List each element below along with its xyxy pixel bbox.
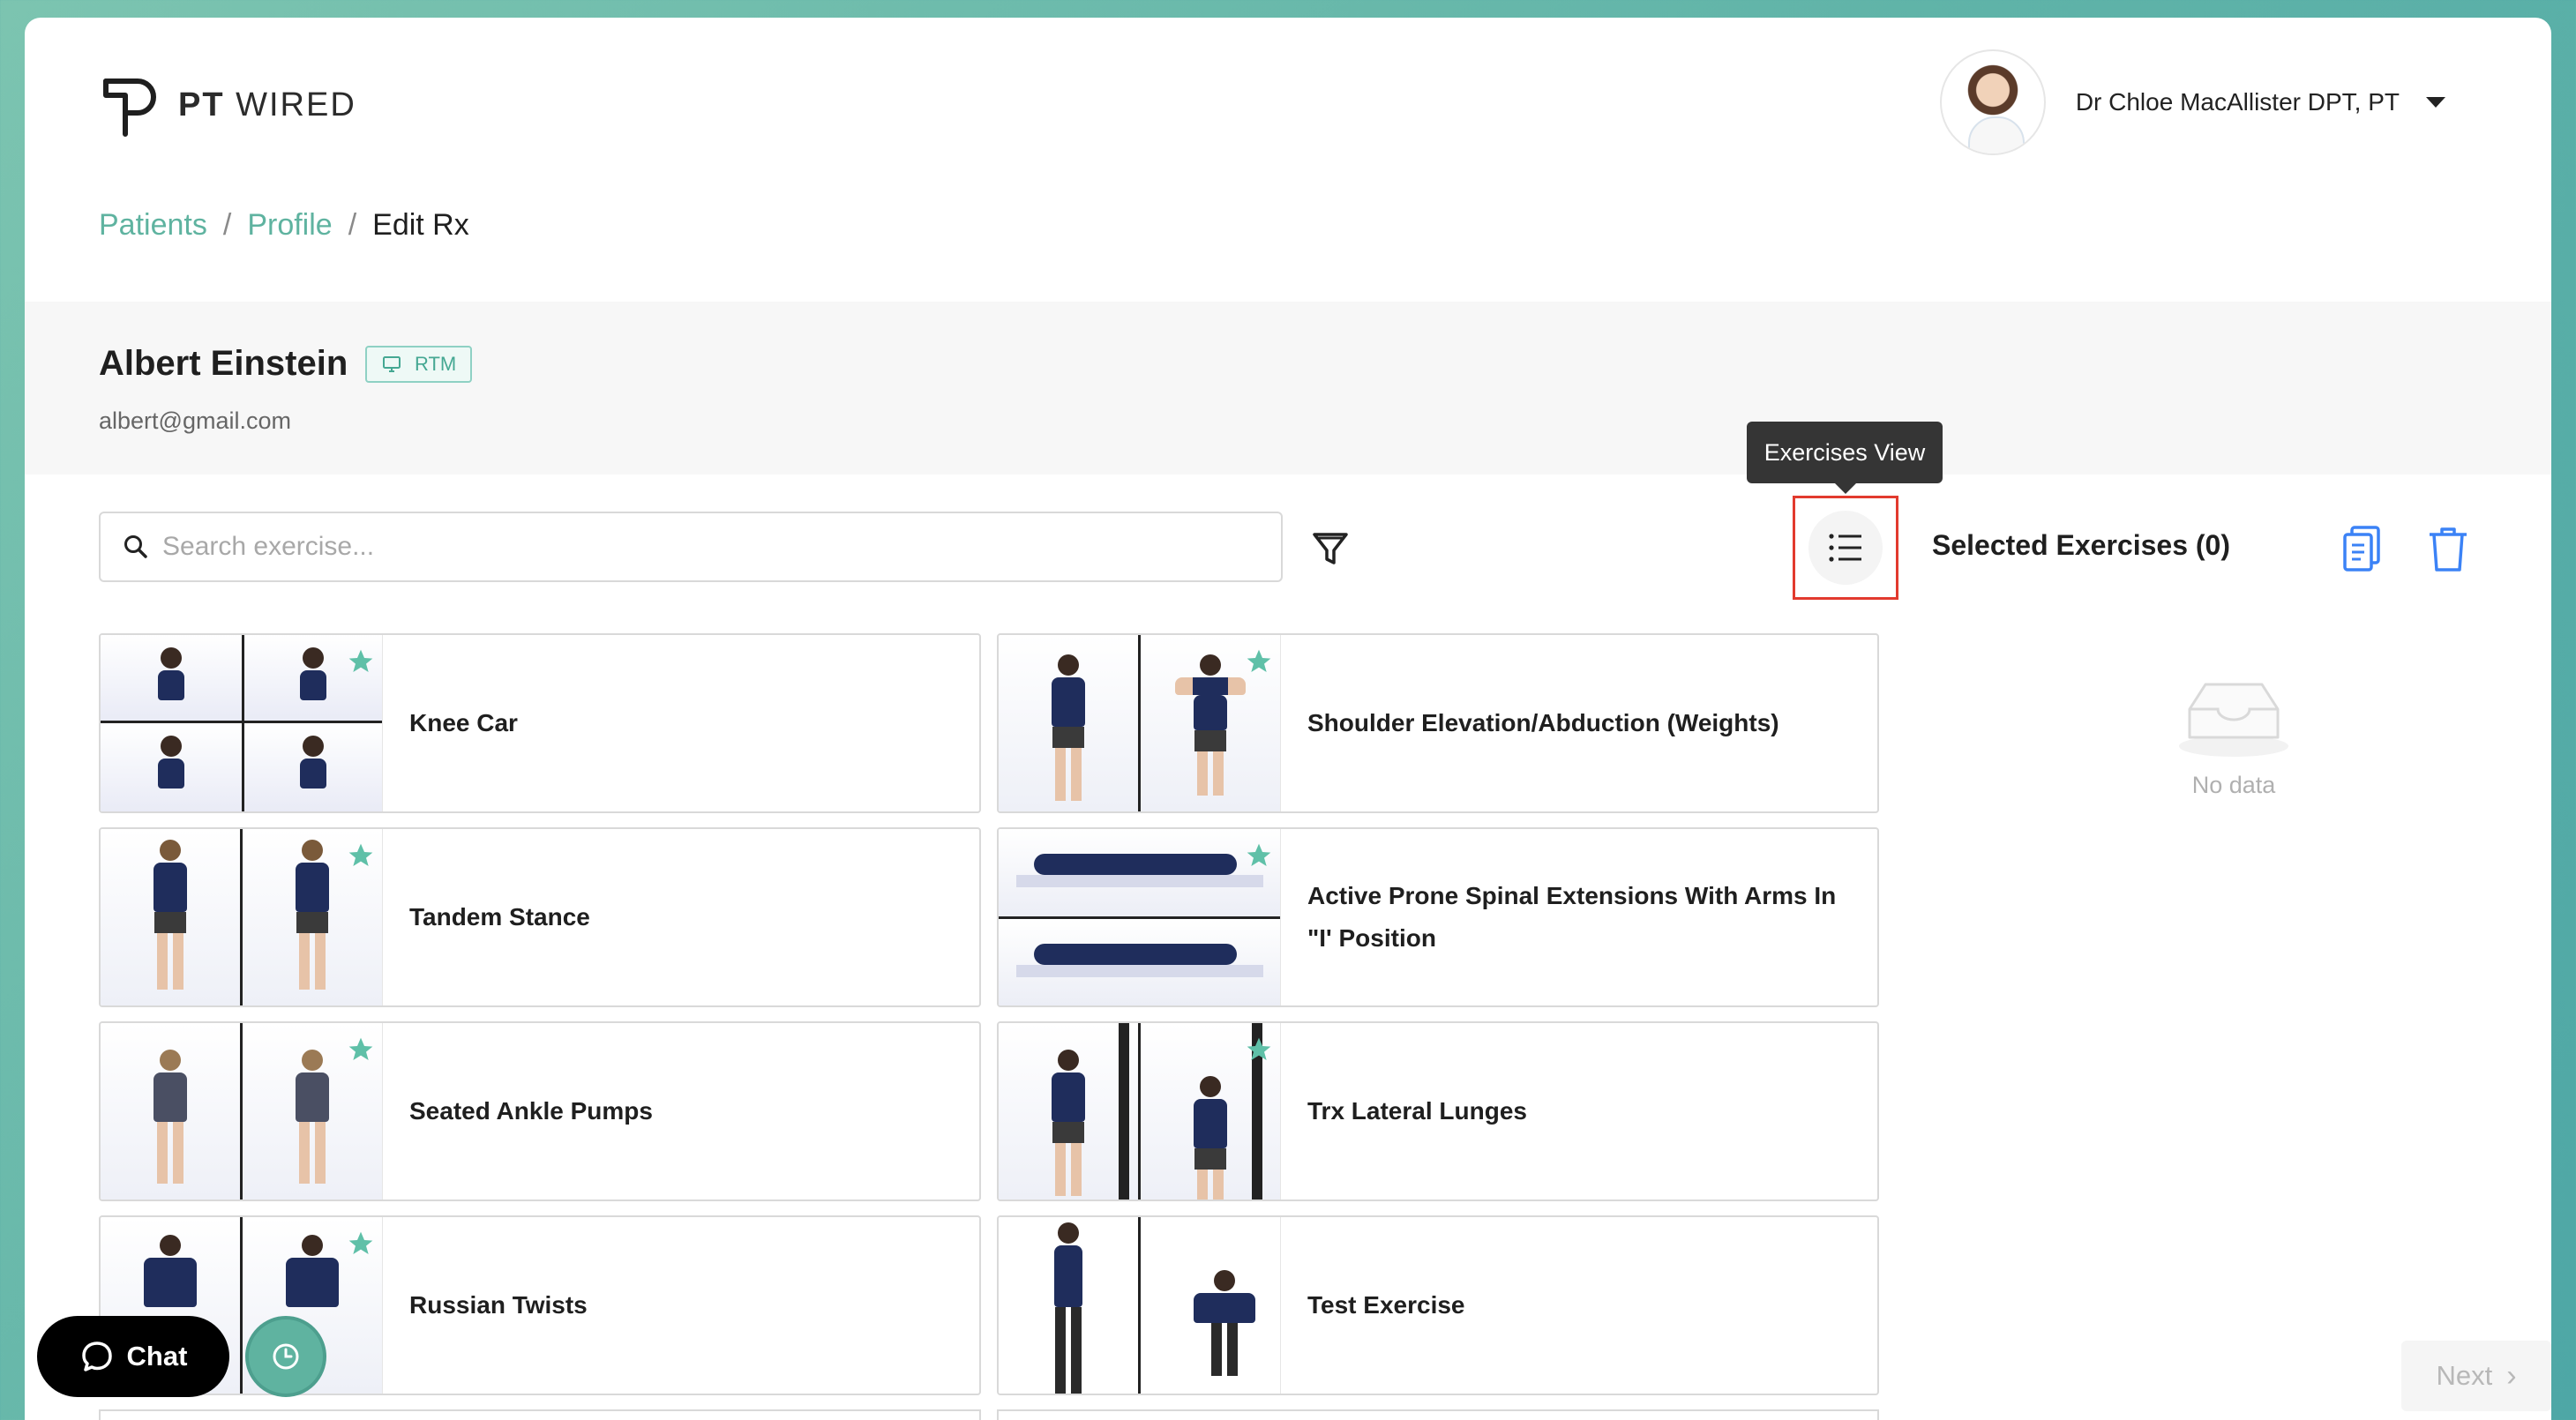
exercise-thumbnails [999, 1023, 1281, 1200]
favorite-star-icon[interactable] [1245, 647, 1273, 676]
exercise-image [999, 635, 1138, 811]
exercise-card[interactable]: Active Prone Spinal Extensions With Arms… [997, 827, 1879, 1007]
exercise-thumbnails [101, 1023, 383, 1200]
logo[interactable]: PT WIRED [99, 72, 356, 138]
pt-wired-logo-icon [103, 78, 156, 137]
exercise-image [1138, 1217, 1280, 1394]
exercise-name: Test Exercise [1307, 1291, 1465, 1319]
breadcrumb-separator: / [222, 208, 232, 242]
exercise-name: Seated Ankle Pumps [409, 1097, 653, 1125]
exercise-thumbnails [101, 829, 383, 1005]
breadcrumb: Patients / Profile / Edit Rx [99, 208, 469, 243]
chat-button[interactable]: Chat [37, 1316, 229, 1397]
exercise-image [101, 829, 240, 1005]
exercise-card[interactable]: Russian Twists [99, 1215, 981, 1395]
patient-email: albert@gmail.com [99, 407, 291, 434]
app-window: PT WIRED Dr Chloe MacAllister DPT, PT Pa… [25, 18, 2551, 1420]
exercise-card[interactable]: Knee Car [99, 633, 981, 813]
exercises-view-tooltip: Exercises View [1747, 422, 1943, 494]
next-button[interactable]: Next › [2401, 1341, 2551, 1411]
clipboard-copy-icon[interactable] [2341, 524, 2387, 573]
exercise-name: Trx Lateral Lunges [1307, 1097, 1527, 1125]
trash-icon[interactable] [2426, 524, 2470, 573]
avatar [1939, 49, 2046, 155]
exercise-thumbnails [999, 635, 1281, 811]
breadcrumb-current: Edit Rx [372, 208, 469, 242]
monitor-icon [383, 356, 401, 372]
exercise-thumbnails [999, 829, 1281, 1005]
patient-header: Albert Einstein RTM albert@gmail.com [25, 302, 2551, 475]
exercise-card[interactable]: Trx Lateral Lunges [997, 1021, 1879, 1201]
rtm-badge: RTM [365, 346, 473, 383]
exercise-image [999, 829, 1280, 1005]
exercise-card[interactable]: Test Exercise [997, 1215, 1879, 1395]
exercise-thumbnails [999, 1217, 1281, 1394]
exercise-card-partial[interactable] [99, 1409, 981, 1420]
list-icon [1829, 534, 1861, 562]
exercises-view-button[interactable] [1793, 496, 1898, 600]
search-icon [124, 535, 147, 558]
exercise-card[interactable]: Seated Ankle Pumps [99, 1021, 981, 1201]
empty-inbox-icon [2179, 683, 2288, 757]
user-menu[interactable]: Dr Chloe MacAllister DPT, PT [1939, 49, 2445, 155]
caret-down-icon [2426, 97, 2445, 108]
exercise-card[interactable]: Shoulder Elevation/Abduction (Weights) [997, 633, 1879, 813]
selected-exercises-title: Selected Exercises (0) [1932, 529, 2230, 561]
breadcrumb-patients[interactable]: Patients [99, 208, 207, 243]
support-widget-button[interactable] [245, 1316, 326, 1397]
favorite-star-icon[interactable] [1245, 1035, 1273, 1064]
exercise-name: Russian Twists [409, 1291, 588, 1319]
exercise-image [999, 1023, 1138, 1200]
exercise-image [101, 1023, 240, 1200]
filter-icon[interactable] [1309, 527, 1352, 570]
user-name: Dr Chloe MacAllister DPT, PT [2075, 88, 2400, 116]
clock-icon [273, 1343, 299, 1370]
search-box[interactable] [99, 512, 1283, 582]
logo-text: PT WIRED [178, 86, 356, 123]
search-input[interactable] [162, 532, 1221, 562]
exercise-image [999, 1217, 1138, 1394]
exercise-image [101, 635, 382, 811]
exercise-grid-partial-row [74, 1409, 1879, 1420]
favorite-star-icon[interactable] [347, 841, 375, 870]
chat-bubble-icon [81, 1342, 112, 1371]
breadcrumb-profile[interactable]: Profile [247, 208, 332, 243]
chevron-right-icon: › [2506, 1358, 2517, 1393]
exercise-thumbnails [101, 635, 383, 811]
exercise-card[interactable]: Tandem Stance [99, 827, 981, 1007]
empty-text: No data [2191, 772, 2276, 798]
exercise-name: Knee Car [409, 709, 518, 736]
exercise-name: Shoulder Elevation/Abduction (Weights) [1307, 709, 1779, 736]
view-button-background [1808, 511, 1883, 585]
empty-state: No data [2137, 674, 2331, 799]
exercise-name: Tandem Stance [409, 903, 590, 930]
favorite-star-icon[interactable] [347, 1229, 375, 1258]
favorite-star-icon[interactable] [1245, 841, 1273, 870]
exercise-name: Active Prone Spinal Extensions With Arms… [1307, 882, 1837, 952]
favorite-star-icon[interactable] [347, 647, 375, 676]
favorite-star-icon[interactable] [347, 1035, 375, 1064]
exercise-card-partial[interactable] [997, 1409, 1879, 1420]
breadcrumb-separator: / [348, 208, 357, 242]
patient-name: Albert Einstein [99, 344, 348, 383]
